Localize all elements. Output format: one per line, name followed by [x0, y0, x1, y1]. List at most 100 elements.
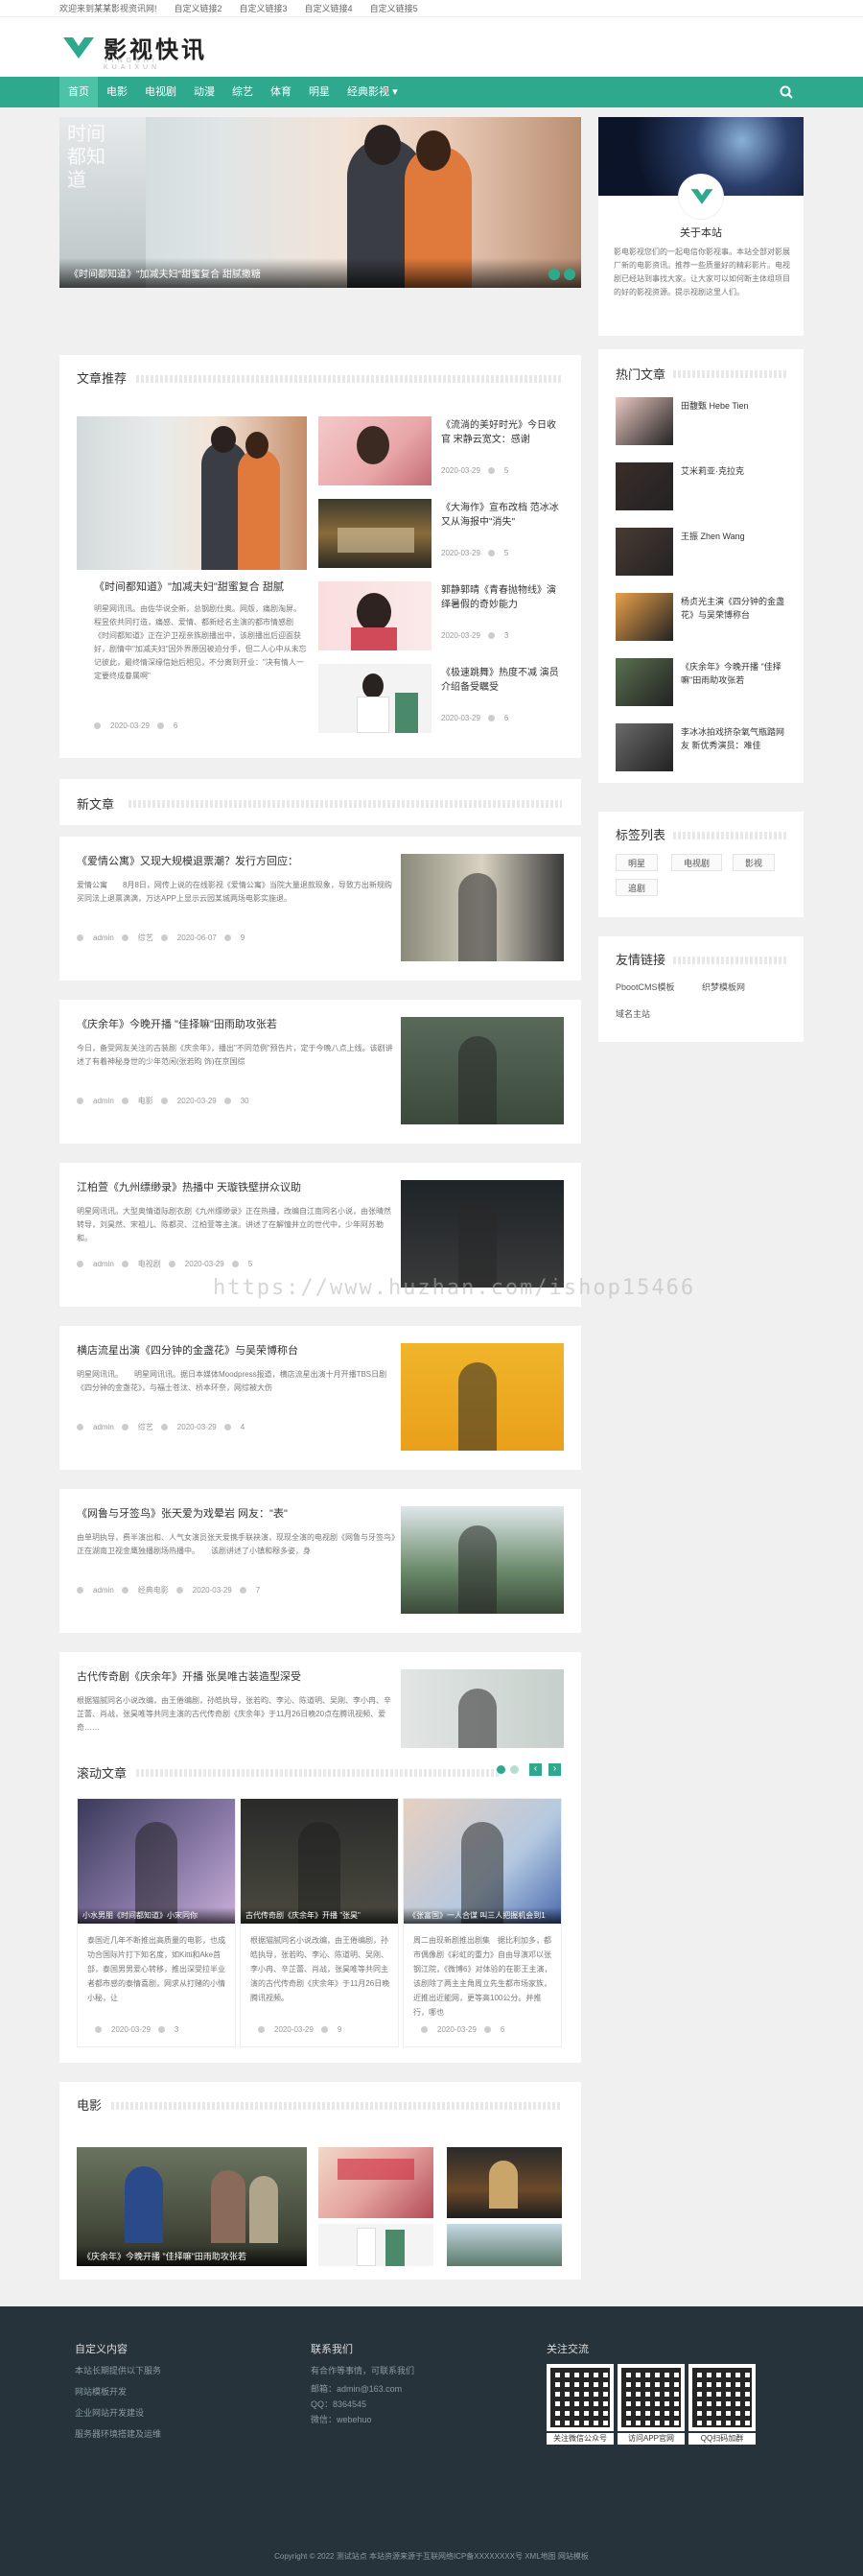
article-thumb[interactable] — [401, 1506, 564, 1614]
footer-link[interactable]: 本站长期提供以下服务 — [75, 2360, 161, 2381]
scroll-thumb[interactable]: 古代传奇剧《庆余年》开播 "张昊" — [241, 1799, 398, 1924]
footer-link[interactable]: 网站模板开发 — [75, 2381, 161, 2402]
movie-main-image[interactable]: 《庆余年》今晚开播 "佳择嘛"田雨助攻张若 — [77, 2147, 307, 2266]
nav-item-home[interactable]: 首页 — [59, 77, 98, 107]
nav-item-classic[interactable]: 经典影视 ▾ — [338, 77, 407, 107]
friend-link[interactable]: PbootCMS模板 — [616, 981, 675, 993]
movie-thumb[interactable] — [318, 2224, 433, 2266]
search-icon[interactable] — [779, 84, 794, 100]
article-category[interactable]: 综艺 — [138, 1422, 153, 1432]
nav-item-sports[interactable]: 体育 — [262, 77, 300, 107]
article-title[interactable]: 《爱情公寓》又现大规模退票潮？发行方回应： — [77, 854, 393, 869]
eye-icon — [320, 2026, 328, 2033]
footer-link[interactable]: 企业网站开发建设 — [75, 2402, 161, 2423]
slider-next-button[interactable] — [564, 269, 575, 280]
article-category[interactable]: 电视剧 — [138, 1259, 161, 1269]
recommend-side-image[interactable] — [318, 499, 432, 568]
footer-link[interactable]: 服务器环境搭建及运维 — [75, 2423, 161, 2445]
scroll-caption[interactable]: 古代传奇剧《庆余年》开播 "张昊" — [241, 1907, 398, 1924]
movie-thumb[interactable] — [318, 2147, 433, 2218]
top-link[interactable]: 自定义链接4 — [305, 0, 353, 17]
hero-slider[interactable]: 时间都知道 《时间都知道》"加减夫妇"甜蜜复合 甜腻撒糖 — [59, 117, 581, 288]
post-views: 3 — [503, 631, 509, 640]
recommend-side-title[interactable]: 《极速跳舞》热度不减 演员介绍备受瞩受 — [441, 666, 562, 695]
carousel-dot-active[interactable] — [497, 1765, 505, 1774]
hot-title[interactable]: 《庆余年》今晚开播 "佳择嘛"田雨助攻张若 — [681, 660, 788, 687]
friend-link[interactable]: 域名主站 — [616, 1007, 650, 1020]
recommend-main-title[interactable]: 《时间都知道》"加减夫妇"甜蜜复合 甜腻 — [94, 579, 305, 595]
carousel-dot[interactable] — [510, 1765, 519, 1774]
hot-thumb[interactable] — [616, 462, 673, 510]
article-title[interactable]: 横店流星出演《四分钟的金盏花》与吴荣博称台 — [77, 1343, 393, 1359]
top-link[interactable]: 自定义链接3 — [240, 0, 288, 17]
scroll-card[interactable]: 小水男朋《时间都知道》小宋同你 泰国近几年不断推出高质量的电影，也成功合国际片打… — [77, 1798, 236, 2047]
hero-caption[interactable]: 《时间都知道》"加减夫妇"甜蜜复合 甜腻撒糖 — [59, 258, 581, 288]
movie-thumb[interactable] — [447, 2224, 562, 2266]
scroll-caption[interactable]: 《张富国》一人合谋 叫三人把握机会到1 — [404, 1907, 561, 1924]
section-title: 电影 — [77, 2098, 103, 2113]
article-thumb[interactable] — [401, 854, 564, 961]
article-thumb[interactable] — [401, 1017, 564, 1124]
article-category[interactable]: 经典电影 — [138, 1585, 169, 1595]
scroll-card[interactable]: 古代传奇剧《庆余年》开播 "张昊" 根据猫腻同名小说改编，由王倦编剧，孙皓执导，… — [240, 1798, 399, 2047]
about-avatar — [679, 175, 723, 219]
section-title: 文章推荐 — [77, 371, 128, 386]
folder-icon — [121, 1261, 128, 1267]
scroll-card[interactable]: 《张富国》一人合谋 叫三人把握机会到1 周二由现新剧推出剧集 据比利加多，都市偶… — [403, 1798, 562, 2047]
recommend-side-title[interactable]: 《大海作》宣布改档 范冰冰又从海报中"消失" — [441, 501, 562, 530]
scroll-caption[interactable]: 小水男朋《时间都知道》小宋同你 — [78, 1907, 235, 1924]
carousel-prev-button[interactable]: ‹ — [529, 1763, 542, 1776]
article-category[interactable]: 综艺 — [138, 933, 153, 943]
recommend-side-image[interactable] — [318, 581, 432, 650]
nav-item-anime[interactable]: 动漫 — [185, 77, 223, 107]
footer-col-title: 自定义内容 — [75, 2344, 128, 2355]
nav-item-variety[interactable]: 综艺 — [223, 77, 262, 107]
recommend-side-image[interactable] — [318, 416, 432, 485]
hot-thumb[interactable] — [616, 658, 673, 706]
post-date: 2020-03-29 — [441, 714, 480, 722]
folder-icon — [121, 934, 128, 941]
site-logo[interactable]: 影视快讯 YINGSHI KUAIXUN — [61, 31, 207, 71]
hot-title[interactable]: 艾米莉亚·克拉克 — [681, 464, 788, 478]
qr-label: 访问APP官网 — [618, 2433, 685, 2445]
tag-item[interactable]: 追剧 — [616, 879, 659, 896]
recommend-side-image[interactable] — [318, 664, 432, 733]
tag-item[interactable]: 电视剧 — [671, 854, 723, 871]
article-thumb[interactable] — [401, 1343, 564, 1451]
hot-title[interactable]: 王振 Zhen Wang — [681, 530, 788, 543]
tag-item[interactable]: 影视 — [733, 854, 776, 871]
article-title[interactable]: 江柏萱《九州缥缈录》热播中 天璇铁壁拼众议助 — [77, 1180, 393, 1195]
movie-main-caption[interactable]: 《庆余年》今晚开播 "佳择嘛"田雨助攻张若 — [77, 2246, 307, 2266]
hot-thumb[interactable] — [616, 593, 673, 641]
movie-thumb[interactable] — [447, 2147, 562, 2218]
nav-item-movie[interactable]: 电影 — [98, 77, 136, 107]
carousel-next-button[interactable]: › — [548, 1763, 561, 1776]
hot-title[interactable]: 杨贞光主演《四分钟的金盏花》与吴荣博称台 — [681, 595, 788, 622]
scroll-thumb[interactable]: 《张富国》一人合谋 叫三人把握机会到1 — [404, 1799, 561, 1924]
friend-link[interactable]: 织梦模板网 — [702, 981, 745, 993]
hot-thumb[interactable] — [616, 528, 673, 576]
article-title[interactable]: 《网鲁与牙签鸟》张天爱为戏晕岩 网友："表" — [77, 1506, 393, 1522]
hot-title[interactable]: 李冰冰拍戏挤杂氧气瓶踏网友 新优秀演员：难佳 — [681, 725, 788, 752]
article-date: 2020-06-07 — [176, 934, 217, 942]
hot-thumb[interactable] — [616, 723, 673, 771]
recommend-side-title[interactable]: 郭静郭晴《青春抛物线》演绎暑假的奇妙能力 — [441, 583, 562, 612]
eye-icon — [231, 1261, 239, 1267]
recommend-side-title[interactable]: 《流淌的美好时光》今日收官 宋静云宽文：感谢 — [441, 418, 562, 447]
hot-title[interactable]: 田馥甄 Hebe Tien — [681, 399, 788, 413]
hot-thumb[interactable] — [616, 397, 673, 445]
nav-item-stars[interactable]: 明星 — [300, 77, 338, 107]
slider-prev-button[interactable] — [548, 269, 560, 280]
nav-item-tv[interactable]: 电视剧 — [136, 77, 185, 107]
top-link[interactable]: 自定义链接2 — [175, 0, 222, 17]
top-link[interactable]: 自定义链接5 — [370, 0, 418, 17]
article-thumb[interactable] — [401, 1180, 564, 1288]
tag-item[interactable]: 明星 — [616, 854, 659, 871]
recommend-main-image[interactable] — [77, 416, 307, 570]
divider — [136, 375, 562, 383]
article-title[interactable]: 《庆余年》今晚开播 "佳择嘛"田雨助攻张若 — [77, 1017, 393, 1032]
post-views: 5 — [503, 549, 509, 557]
article-title[interactable]: 古代传奇剧《庆余年》开播 张昊唯古装造型深受 — [77, 1669, 393, 1685]
scroll-thumb[interactable]: 小水男朋《时间都知道》小宋同你 — [78, 1799, 235, 1924]
article-category[interactable]: 电影 — [138, 1096, 153, 1106]
